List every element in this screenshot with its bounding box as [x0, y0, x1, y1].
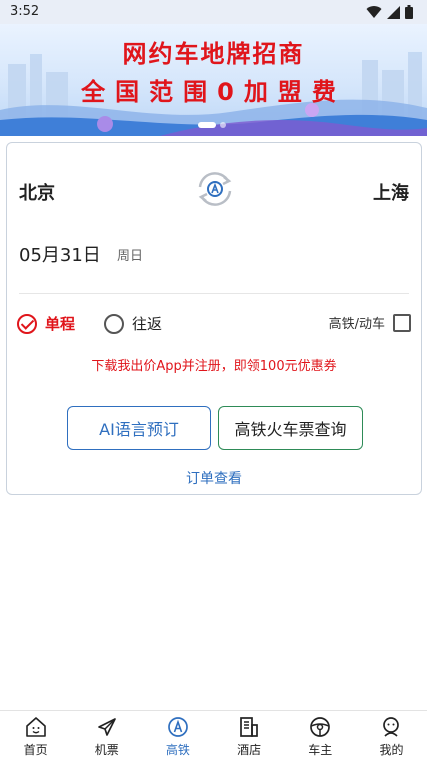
- view-orders-link[interactable]: 订单查看: [7, 468, 421, 488]
- trip-type-single-label: 单程: [45, 315, 76, 333]
- promo-banner[interactable]: 网约车地牌招商 全国范围0加盟费: [0, 24, 427, 136]
- departure-date[interactable]: 05月31日: [19, 241, 101, 267]
- nav-flights[interactable]: 机票: [71, 711, 142, 760]
- nav-home[interactable]: 首页: [0, 711, 71, 760]
- swap-cities-icon[interactable]: [191, 165, 239, 213]
- steering-wheel-icon: [310, 717, 331, 737]
- arrival-city[interactable]: 上海: [373, 179, 409, 205]
- nav-hotel-label: 酒店: [237, 743, 262, 757]
- trip-type-round-label: 往返: [132, 315, 163, 333]
- nav-hotel[interactable]: 酒店: [214, 711, 285, 760]
- nav-home-label: 首页: [23, 743, 48, 757]
- hotel-icon: [240, 717, 258, 737]
- nav-train[interactable]: 高铁: [142, 711, 213, 760]
- signal-icon: [387, 5, 400, 19]
- banner-headline: 网约车地牌招商: [122, 40, 305, 68]
- nav-train-label: 高铁: [165, 743, 190, 757]
- profile-icon: [383, 717, 400, 737]
- trip-type-round[interactable]: 往返: [104, 313, 162, 334]
- status-time: 3:52: [10, 4, 40, 19]
- train-booking-card: 北京 上海 05月31日 周日 单程 往返 高铁/动车 下载我出价App并注册，…: [6, 142, 422, 495]
- train-ticket-search-button[interactable]: 高铁火车票查询: [218, 406, 363, 450]
- high-speed-label: 高铁/动车: [328, 317, 385, 332]
- bottom-nav: 首页 机票 高铁 酒店 车主 我的: [0, 710, 427, 760]
- status-icons: [366, 5, 413, 19]
- trip-type-single[interactable]: 单程: [17, 313, 75, 334]
- banner-subheadline: 全国范围0加盟费: [81, 78, 346, 106]
- wifi-icon: [366, 6, 382, 19]
- promo-text: 下载我出价App并注册，即领100元优惠券: [91, 359, 337, 374]
- train-icon: [168, 717, 188, 737]
- nav-profile-label: 我的: [379, 743, 404, 757]
- high-speed-filter[interactable]: 高铁/动车: [329, 313, 411, 332]
- high-speed-checkbox[interactable]: [393, 313, 411, 332]
- pager-dot: [220, 122, 226, 128]
- radio-checked-icon[interactable]: [17, 313, 37, 334]
- plane-icon: [97, 718, 116, 736]
- status-bar: 3:52: [0, 0, 427, 24]
- nav-flights-label: 机票: [94, 743, 119, 757]
- home-icon: [25, 717, 46, 737]
- departure-weekday: 周日: [117, 249, 144, 264]
- nav-driver-label: 车主: [308, 743, 333, 757]
- banner-pager: [198, 122, 226, 128]
- radio-unchecked-icon[interactable]: [104, 313, 124, 334]
- battery-icon: [405, 5, 413, 19]
- divider: [19, 293, 409, 294]
- departure-city[interactable]: 北京: [19, 179, 55, 205]
- nav-profile[interactable]: 我的: [356, 711, 427, 760]
- nav-driver[interactable]: 车主: [285, 711, 356, 760]
- pager-dot-active: [198, 122, 216, 128]
- ai-voice-booking-button[interactable]: AI语言预订: [67, 406, 211, 450]
